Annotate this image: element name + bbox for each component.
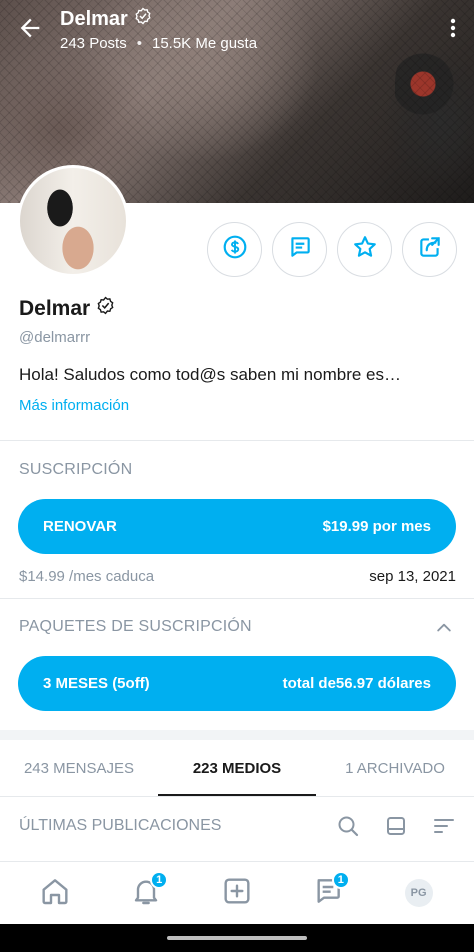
more-options-icon[interactable] — [446, 14, 460, 42]
profile-name: Delmar — [19, 296, 91, 320]
profile-avatar[interactable] — [17, 165, 129, 277]
tab-media[interactable]: 223 MEDIOS — [158, 744, 316, 796]
nav-new-post[interactable] — [219, 875, 255, 911]
bundles-title[interactable]: PAQUETES DE SUSCRIPCIÓN — [19, 618, 252, 636]
likes-count: 15.5K Me gusta — [151, 35, 258, 52]
bottom-navigation: 1 1 PG — [0, 862, 474, 924]
tip-button[interactable] — [207, 222, 262, 277]
header-stats: 243 Posts • 15.5K Me gusta — [60, 35, 257, 52]
nav-notifications[interactable]: 1 — [128, 871, 169, 911]
chevron-up-icon[interactable] — [434, 618, 454, 638]
renew-button[interactable]: RENOVAR $19.99 por mes — [18, 499, 456, 554]
search-icon[interactable] — [336, 814, 360, 838]
user-avatar: PG — [404, 879, 433, 907]
nav-home[interactable] — [37, 875, 73, 911]
home-indicator[interactable] — [167, 936, 307, 940]
section-gap — [0, 730, 474, 740]
profile-handle: @delmarrr — [19, 329, 91, 346]
expire-date: sep 13, 2021 — [369, 568, 456, 585]
message-button[interactable] — [272, 222, 327, 277]
notifications-badge: 1 — [150, 871, 169, 889]
nav-profile[interactable]: PG — [401, 875, 437, 911]
renew-price: $19.99 por mes — [322, 518, 431, 535]
nav-messages[interactable]: 1 — [310, 871, 350, 911]
add-post-icon — [221, 875, 253, 912]
star-icon — [352, 234, 378, 265]
profile-actions — [207, 222, 457, 277]
subscription-title: SUSCRIPCIÓN — [19, 461, 133, 478]
share-icon — [417, 234, 443, 265]
dollar-icon — [222, 234, 248, 265]
verified-icon — [96, 296, 115, 321]
divider — [0, 598, 474, 599]
latest-posts-tools — [336, 814, 456, 838]
bundle-button[interactable]: 3 MESES (5off) total de56.97 dólares — [18, 656, 456, 711]
tab-messages[interactable]: 243 MENSAJES — [0, 744, 158, 796]
layout-icon[interactable] — [384, 814, 408, 838]
stats-separator: • — [136, 35, 142, 52]
more-info-link[interactable]: Más información — [19, 397, 129, 414]
header-name: Delmar — [60, 7, 128, 30]
profile-name-row: Delmar — [19, 296, 115, 321]
home-icon — [39, 875, 71, 912]
profile-bio: Hola! Saludos como tod@s saben mi nombre… — [19, 365, 401, 384]
bundle-label: 3 MESES (5off) — [43, 675, 150, 692]
divider — [0, 796, 474, 797]
message-icon — [287, 234, 313, 265]
subscription-expire-row: $14.99 /mes caduca sep 13, 2021 — [19, 568, 456, 585]
verified-icon — [134, 7, 152, 31]
tab-archived[interactable]: 1 ARCHIVADO — [316, 744, 474, 796]
posts-count: 243 Posts — [60, 35, 127, 52]
content-tabs: 243 MENSAJES 223 MEDIOS 1 ARCHIVADO — [0, 744, 474, 796]
messages-badge: 1 — [331, 871, 350, 889]
favorite-button[interactable] — [337, 222, 392, 277]
back-arrow-icon[interactable] — [16, 14, 44, 42]
renew-label: RENOVAR — [43, 518, 117, 535]
header-title: Delmar — [60, 7, 152, 31]
share-button[interactable] — [402, 222, 457, 277]
bundle-price: total de56.97 dólares — [282, 675, 431, 692]
divider — [0, 440, 474, 441]
sort-icon[interactable] — [432, 814, 456, 838]
top-bar: Delmar 243 Posts • 15.5K Me gusta — [0, 0, 474, 60]
old-price: $14.99 /mes caduca — [19, 568, 155, 585]
latest-posts-title: ÚLTIMAS PUBLICACIONES — [19, 817, 222, 834]
